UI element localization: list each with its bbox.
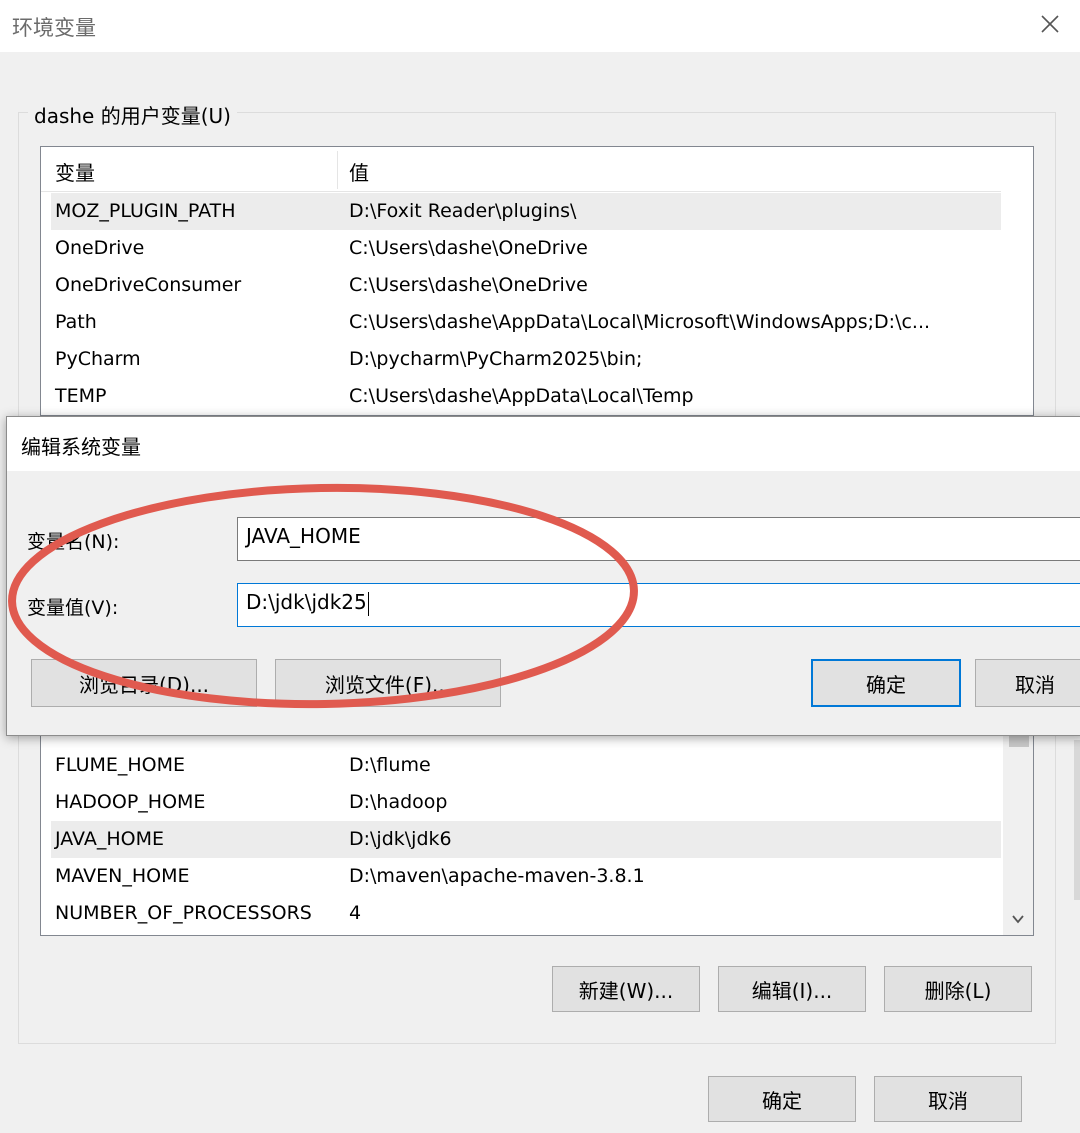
var-name: JAVA_HOME xyxy=(55,828,164,850)
var-value: D:\hadoop xyxy=(349,791,448,813)
variable-name-text: JAVA_HOME xyxy=(246,524,361,548)
user-var-row[interactable]: MOZ_PLUGIN_PATH D:\Foxit Reader\plugins\ xyxy=(51,193,1001,230)
user-var-row[interactable]: OneDrive C:\Users\dashe\OneDrive xyxy=(51,230,1001,267)
system-vars-scrollbar[interactable] xyxy=(1003,731,1033,935)
variable-value-label: 变量值(V): xyxy=(27,597,119,619)
system-var-row[interactable]: NUMBER_OF_PROCESSORS 4 xyxy=(51,895,1001,932)
dialog-cancel-button[interactable]: 取消 xyxy=(975,659,1080,707)
var-name: NUMBER_OF_PROCESSORS xyxy=(55,902,312,924)
edit-variable-dialog: 编辑系统变量 变量名(N): JAVA_HOME 变量值(V): D:\jdk\… xyxy=(6,416,1080,736)
background-window-edge xyxy=(1074,740,1080,900)
ok-button[interactable]: 确定 xyxy=(708,1076,856,1122)
variable-name-input[interactable]: JAVA_HOME xyxy=(237,517,1080,561)
edit-dialog-title: 编辑系统变量 xyxy=(21,435,141,459)
var-value: D:\flume xyxy=(349,754,431,776)
user-var-row[interactable]: TEMP C:\Users\dashe\AppData\Local\Temp xyxy=(51,378,1001,415)
var-value: 4 xyxy=(349,902,362,924)
user-var-row[interactable]: PyCharm D:\pycharm\PyCharm2025\bin; xyxy=(51,341,1001,378)
var-value: D:\Foxit Reader\plugins\ xyxy=(349,200,577,222)
window-title-bar: 环境变量 xyxy=(0,0,1080,52)
text-caret xyxy=(367,591,369,616)
var-value: D:\maven\apache-maven-3.8.1 xyxy=(349,865,645,887)
var-name: Path xyxy=(55,311,97,333)
system-vars-list[interactable]: FLUME_HOME D:\flume HADOOP_HOME D:\hadoo… xyxy=(40,730,1034,936)
var-value: D:\pycharm\PyCharm2025\bin; xyxy=(349,348,643,370)
var-name: PyCharm xyxy=(55,348,141,370)
user-vars-list-header: 变量 值 xyxy=(41,147,1001,192)
dialog-ok-button[interactable]: 确定 xyxy=(811,659,961,707)
var-value: C:\Users\dashe\AppData\Local\Temp xyxy=(349,385,694,407)
close-icon[interactable] xyxy=(1036,10,1064,38)
var-name: OneDriveConsumer xyxy=(55,274,242,296)
var-value: C:\Users\dashe\AppData\Local\Microsoft\W… xyxy=(349,311,931,333)
var-name: MOZ_PLUGIN_PATH xyxy=(55,200,236,222)
system-var-row[interactable]: FLUME_HOME D:\flume xyxy=(51,747,1001,784)
variable-value-input[interactable]: D:\jdk\jdk25 xyxy=(237,583,1080,627)
user-vars-group-label: dashe 的用户变量(U) xyxy=(28,100,237,129)
chevron-down-icon[interactable] xyxy=(1008,909,1028,929)
var-name: OneDrive xyxy=(55,237,145,259)
column-header-variable[interactable]: 变量 xyxy=(55,157,95,186)
edit-variable-button[interactable]: 编辑(I)... xyxy=(718,966,866,1012)
system-var-row[interactable]: MAVEN_HOME D:\maven\apache-maven-3.8.1 xyxy=(51,858,1001,895)
var-name: MAVEN_HOME xyxy=(55,865,190,887)
variable-name-label: 变量名(N): xyxy=(27,531,120,553)
delete-variable-button[interactable]: 删除(L) xyxy=(884,966,1032,1012)
var-name: HADOOP_HOME xyxy=(55,791,206,813)
variable-value-text: D:\jdk\jdk25 xyxy=(246,590,367,614)
var-name: FLUME_HOME xyxy=(55,754,186,776)
column-header-value[interactable]: 值 xyxy=(349,157,369,186)
edit-dialog-title-bar: 编辑系统变量 xyxy=(7,417,1080,471)
user-var-row[interactable]: OneDriveConsumer C:\Users\dashe\OneDrive xyxy=(51,267,1001,304)
browse-file-button[interactable]: 浏览文件(F)... xyxy=(275,659,501,707)
var-value: C:\Users\dashe\OneDrive xyxy=(349,237,588,259)
var-value: C:\Users\dashe\OneDrive xyxy=(349,274,588,296)
user-vars-list[interactable]: 变量 值 MOZ_PLUGIN_PATH D:\Foxit Reader\plu… xyxy=(40,146,1034,416)
browse-directory-button[interactable]: 浏览目录(D)... xyxy=(31,659,257,707)
cancel-button[interactable]: 取消 xyxy=(874,1076,1022,1122)
system-var-row[interactable]: HADOOP_HOME D:\hadoop xyxy=(51,784,1001,821)
column-separator[interactable] xyxy=(337,151,338,189)
window-title: 环境变量 xyxy=(12,16,96,40)
new-variable-button[interactable]: 新建(W)... xyxy=(552,966,700,1012)
var-value: D:\jdk\jdk6 xyxy=(349,828,452,850)
var-name: TEMP xyxy=(55,385,107,407)
system-var-row[interactable]: JAVA_HOME D:\jdk\jdk6 xyxy=(51,821,1001,858)
user-var-row[interactable]: Path C:\Users\dashe\AppData\Local\Micros… xyxy=(51,304,1001,341)
